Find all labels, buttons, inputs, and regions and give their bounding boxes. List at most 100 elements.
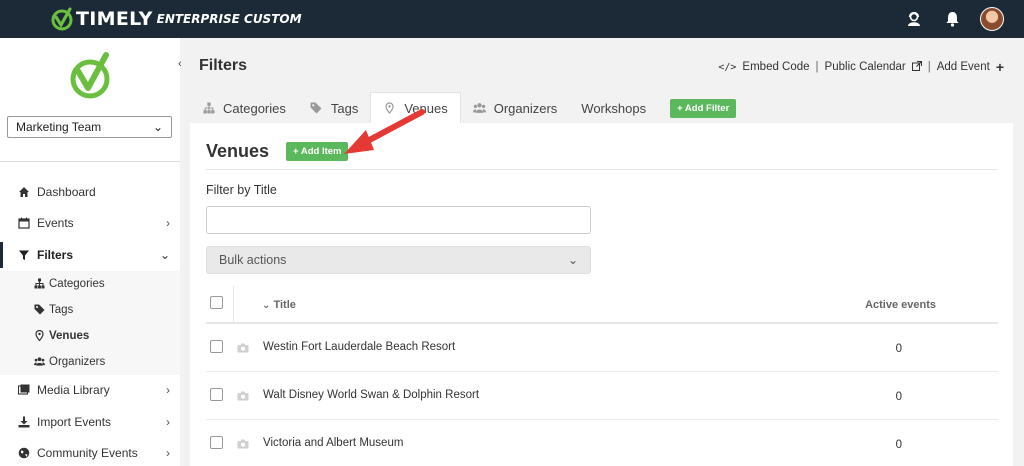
venue-title[interactable]: Walt Disney World Swan & Dolphin Resort: [263, 389, 479, 401]
bulk-actions-value: Bulk actions: [219, 253, 287, 267]
venues-table: ⌄ Title Active events Westin Fort Lauder…: [206, 286, 998, 466]
page-title: Filters: [199, 57, 248, 74]
chevron-down-icon: ⌄: [567, 253, 578, 267]
chevron-down-icon: ⌄: [262, 300, 271, 311]
users-icon: [472, 102, 486, 115]
external-link-icon: [911, 60, 922, 74]
team-select[interactable]: Marketing Team ⌄: [7, 116, 172, 138]
sidebar-subitem-tags[interactable]: Tags: [0, 297, 180, 323]
select-all-checkbox[interactable]: [210, 296, 223, 309]
venue-title[interactable]: Westin Fort Lauderdale Beach Resort: [263, 341, 455, 353]
bulk-actions-select[interactable]: Bulk actions ⌄: [206, 246, 591, 274]
brand-edition: ENTERPRISE CUSTOM: [156, 12, 302, 26]
globe-icon: [18, 447, 30, 459]
chevron-right-icon: ›: [166, 383, 170, 398]
filter-by-title-input[interactable]: [206, 206, 591, 234]
row-checkbox[interactable]: [210, 388, 223, 401]
table-row[interactable]: Victoria and Albert Museum 0: [206, 420, 998, 466]
check-circle-logo-icon: [51, 7, 73, 31]
collapse-sidebar-icon[interactable]: ‹: [178, 58, 182, 70]
sidebar-subitem-label: Organizers: [49, 355, 106, 368]
brand-name: TIMELY: [76, 8, 153, 30]
filters-subnav: Categories Tags Venues Organizers: [0, 270, 180, 375]
annotation-arrow-icon: [344, 109, 425, 154]
public-calendar-link[interactable]: Public Calendar: [825, 61, 906, 73]
sidebar: Marketing Team ⌄ Dashboard Events › Filt…: [0, 38, 180, 466]
active-events-count: 0: [895, 343, 902, 355]
chevron-right-icon: ›: [166, 414, 170, 429]
active-events-count: 0: [895, 391, 902, 403]
add-event-link[interactable]: Add Event: [937, 61, 990, 73]
tags-icon: [34, 304, 45, 315]
sidebar-subitem-categories[interactable]: Categories: [0, 271, 180, 297]
plus-icon[interactable]: +: [996, 59, 1004, 75]
separator: |: [815, 61, 819, 73]
separator: |: [927, 61, 931, 73]
tab-categories[interactable]: Categories: [190, 93, 298, 123]
avatar[interactable]: [980, 7, 1004, 31]
chevron-right-icon: ›: [166, 446, 170, 461]
tab-organizers[interactable]: Organizers: [461, 93, 570, 123]
sidebar-item-label: Media Library: [37, 383, 110, 398]
sidebar-item-label: Events: [37, 216, 74, 231]
bell-icon[interactable]: [942, 9, 962, 29]
chevron-down-icon: ⌄: [152, 120, 163, 134]
table-header: ⌄ Title Active events: [206, 286, 998, 324]
sidebar-item-import-events[interactable]: Import Events ›: [0, 406, 180, 438]
home-icon: [18, 186, 30, 198]
row-checkbox[interactable]: [210, 340, 223, 353]
sidebar-subitem-label: Tags: [49, 303, 74, 316]
filter-tabs: Categories Tags Venues Organizers Worksh…: [190, 92, 737, 123]
sidebar-subitem-organizers[interactable]: Organizers: [0, 349, 180, 375]
table-row[interactable]: Walt Disney World Swan & Dolphin Resort …: [206, 372, 998, 420]
row-checkbox[interactable]: [210, 436, 223, 449]
camera-icon: [237, 343, 249, 353]
sitemap-icon: [34, 278, 45, 289]
add-filter-button[interactable]: + Add Filter: [670, 98, 737, 118]
chevron-down-icon: ⌄: [159, 247, 170, 262]
column-title-header[interactable]: ⌄ Title: [262, 299, 296, 311]
embed-code-link[interactable]: Embed Code: [742, 61, 809, 73]
sidebar-item-label: Dashboard: [37, 184, 96, 199]
sidebar-item-media-library[interactable]: Media Library ›: [0, 375, 180, 407]
top-icons: [904, 0, 1004, 38]
users-icon: [34, 356, 45, 367]
user-support-icon[interactable]: [904, 9, 924, 29]
media-icon: [18, 384, 30, 396]
sidebar-subitem-label: Categories: [49, 277, 105, 290]
sidebar-item-events[interactable]: Events ›: [0, 208, 180, 240]
venues-panel: Venues + Add Item Filter by Title Bulk a…: [190, 123, 1013, 466]
check-circle-logo-icon: [70, 52, 110, 99]
sidebar-subitem-venues[interactable]: Venues: [0, 323, 180, 349]
divider: [0, 161, 180, 162]
table-row[interactable]: Westin Fort Lauderdale Beach Resort 0: [206, 324, 998, 372]
camera-icon: [237, 439, 249, 449]
chevron-right-icon: ›: [166, 216, 170, 231]
tab-workshops[interactable]: Workshops: [569, 93, 658, 123]
sidebar-item-label: Import Events: [37, 414, 112, 429]
sidebar-subitem-label: Venues: [49, 329, 90, 342]
filter-icon: [18, 249, 30, 261]
calendar-icon: [18, 217, 30, 229]
column-title-label: Title: [273, 299, 296, 311]
team-select-value: Marketing Team: [16, 120, 102, 134]
sidebar-item-community-events[interactable]: Community Events ›: [0, 438, 180, 466]
sitemap-icon: [202, 102, 215, 115]
column-divider: [233, 286, 234, 324]
panel-title: Venues: [206, 141, 270, 161]
top-bar: TIMELY ENTERPRISE CUSTOM: [0, 0, 1024, 38]
code-icon: </>: [718, 61, 737, 73]
active-events-count: 0: [895, 439, 902, 451]
sidebar-item-label: Filters: [37, 247, 74, 262]
column-active-events-header[interactable]: Active events: [865, 299, 936, 311]
tab-label: Workshops: [581, 100, 647, 116]
venue-title[interactable]: Victoria and Albert Museum: [263, 437, 403, 449]
camera-icon: [237, 391, 249, 401]
sidebar-item-label: Community Events: [37, 446, 138, 461]
header-links: </> Embed Code | Public Calendar | Add E…: [718, 59, 1004, 75]
sidebar-item-filters[interactable]: Filters ⌄: [0, 239, 180, 271]
sidebar-item-dashboard[interactable]: Dashboard: [0, 176, 180, 208]
tab-label: Categories: [223, 100, 286, 116]
brand[interactable]: TIMELY ENTERPRISE CUSTOM: [50, 7, 302, 31]
tag-icon: [310, 102, 323, 115]
